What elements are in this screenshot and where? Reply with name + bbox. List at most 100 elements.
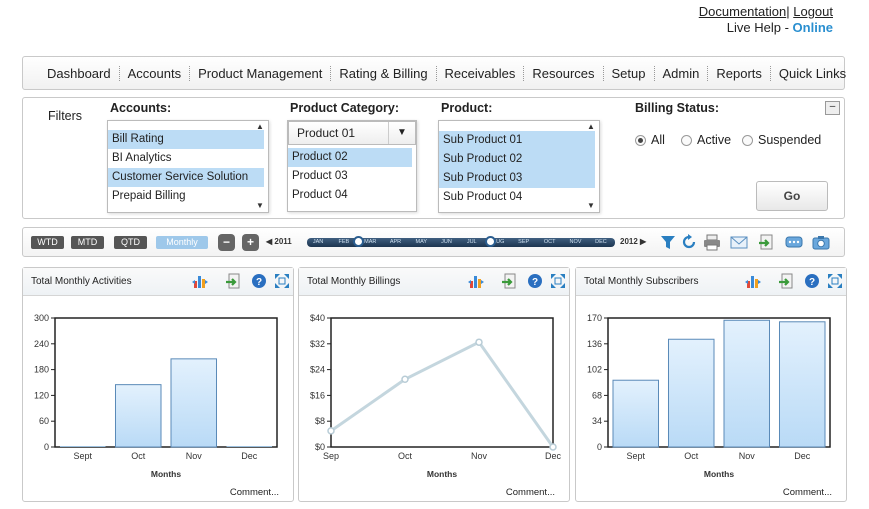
radio-dot[interactable] [742, 134, 753, 146]
scroll-up-icon[interactable]: ▲ [587, 122, 595, 131]
filters-label: Filters [48, 109, 83, 123]
bar[interactable] [612, 379, 660, 448]
timeline-month[interactable]: SEP [518, 238, 529, 247]
filter-icon[interactable] [659, 234, 677, 251]
timeline-month[interactable]: APR [390, 238, 401, 247]
timeline-start-handle[interactable] [353, 236, 364, 247]
radio-suspended[interactable]: Suspended [742, 133, 821, 147]
zoom-out-icon[interactable]: − [218, 234, 235, 251]
export-icon[interactable] [758, 234, 776, 251]
scroll-down-icon[interactable]: ▼ [587, 201, 595, 210]
chevron-down-icon[interactable]: ▼ [388, 122, 415, 144]
period-mtd-button[interactable]: MTD [71, 236, 104, 249]
timeline-month[interactable]: FEB [339, 238, 350, 247]
scroll-down-icon[interactable]: ▼ [256, 201, 264, 210]
radio-active[interactable]: Active [681, 133, 731, 147]
nav-rating-billing[interactable]: Rating & Billing [330, 65, 435, 81]
radio-dot[interactable] [681, 134, 692, 146]
email-icon[interactable] [730, 234, 748, 251]
period-monthly-button[interactable]: Monthly [156, 236, 208, 249]
timeline-end-handle[interactable] [485, 236, 496, 247]
data-point[interactable] [475, 338, 483, 346]
list-option[interactable]: Sub Product 01 [439, 131, 595, 150]
nav-product-management[interactable]: Product Management [189, 65, 330, 81]
chart-type-icon[interactable] [745, 273, 761, 289]
nav-dashboard[interactable]: Dashboard [41, 66, 119, 81]
data-point[interactable] [401, 375, 409, 384]
nav-setup[interactable]: Setup [602, 65, 654, 81]
comment-link[interactable]: Comment... [783, 487, 832, 498]
print-icon[interactable] [703, 234, 721, 251]
chat-icon[interactable] [785, 234, 803, 251]
list-option[interactable]: Product 02 [288, 148, 412, 167]
refresh-icon[interactable] [680, 234, 698, 251]
timeline-month[interactable]: MAY [416, 238, 428, 247]
product-category-select[interactable]: Product 01 ▼ [288, 121, 416, 145]
chart-type-icon[interactable] [192, 273, 208, 289]
nav-quick-links[interactable]: Quick Links [769, 65, 854, 81]
expand-icon[interactable] [550, 273, 566, 289]
accounts-listbox[interactable]: Bill Rating BI Analytics Customer Service … [107, 120, 269, 213]
product-listbox[interactable]: Sub Product 01 Sub Product 02 Sub Product … [438, 120, 600, 213]
bar[interactable] [114, 384, 162, 448]
export-icon[interactable] [779, 273, 795, 289]
top-links: Documentation| Logout Live Help - Online [699, 4, 833, 36]
zoom-in-icon[interactable]: + [242, 234, 259, 251]
comment-link[interactable]: Comment... [230, 487, 279, 498]
logout-link[interactable]: Logout [793, 4, 833, 19]
camera-icon[interactable] [812, 234, 830, 251]
bar[interactable] [170, 358, 218, 448]
data-point[interactable] [549, 443, 557, 451]
list-option[interactable]: Product 04 [288, 186, 412, 205]
data-point[interactable] [327, 427, 335, 435]
timeline-month[interactable]: JAN [313, 238, 323, 247]
timeline-month[interactable]: OCT [544, 238, 556, 247]
export-icon[interactable] [226, 273, 242, 289]
timeline-next[interactable]: 2012 ▶ [620, 237, 646, 246]
list-option[interactable]: Sub Product 02 [439, 150, 595, 169]
chart-type-icon[interactable] [468, 273, 484, 289]
expand-icon[interactable] [274, 273, 290, 289]
list-option[interactable]: BI Analytics [108, 149, 264, 168]
bar[interactable] [778, 321, 826, 448]
go-button[interactable]: Go [756, 181, 828, 211]
list-option[interactable]: Sub Product 03 [439, 169, 595, 188]
accounts-scrollbar[interactable]: ▲ ▼ [256, 121, 266, 212]
nav-receivables[interactable]: Receivables [435, 65, 524, 81]
list-option[interactable]: Customer Service Solution [108, 168, 264, 187]
nav-resources[interactable]: Resources [523, 65, 602, 81]
timeline-prev[interactable]: ◀ 2011 [266, 237, 292, 246]
list-option[interactable]: Prepaid Billing [108, 187, 264, 206]
radio-dot[interactable] [635, 134, 646, 146]
bar[interactable] [723, 319, 771, 448]
product-scrollbar[interactable]: ▲ ▼ [587, 121, 597, 212]
documentation-link[interactable]: Documentation [699, 4, 786, 19]
export-icon[interactable] [502, 273, 518, 289]
list-option[interactable]: Sub Product 04 [439, 188, 595, 207]
timeline-slider[interactable]: DEC NOV OCT SEP AUG JUL JUN MAY APR MAR FEB JAN [307, 236, 615, 247]
timeline-month[interactable]: JUN [441, 238, 452, 247]
live-help-label[interactable]: Live Help - [727, 20, 793, 35]
period-wtd-button[interactable]: WTD [31, 236, 64, 249]
list-option[interactable]: Bill Rating [108, 130, 264, 149]
timeline-month[interactable]: MAR [364, 238, 376, 247]
scroll-up-icon[interactable]: ▲ [256, 122, 264, 131]
timeline-month[interactable]: DEC [595, 238, 607, 247]
timeline-month[interactable]: JUL [467, 238, 477, 247]
help-icon[interactable]: ? [251, 273, 267, 289]
comment-link[interactable]: Comment... [506, 487, 555, 498]
period-qtd-button[interactable]: QTD [114, 236, 147, 249]
nav-admin[interactable]: Admin [653, 65, 708, 81]
collapse-icon[interactable]: – [825, 101, 840, 115]
nav-reports[interactable]: Reports [707, 65, 770, 81]
expand-icon[interactable] [827, 273, 843, 289]
product-category-dropdown[interactable]: Product 01 ▼ Product 02 Product 03 Product… [287, 120, 417, 212]
timeline-month[interactable]: NOV [570, 238, 582, 247]
x-tick-label: Nov [186, 451, 203, 461]
bar[interactable] [667, 338, 715, 448]
nav-accounts[interactable]: Accounts [118, 65, 189, 81]
list-option[interactable]: Product 03 [288, 167, 412, 186]
radio-all[interactable]: All [635, 133, 665, 147]
help-icon[interactable]: ? [527, 273, 543, 289]
help-icon[interactable]: ? [804, 273, 820, 289]
